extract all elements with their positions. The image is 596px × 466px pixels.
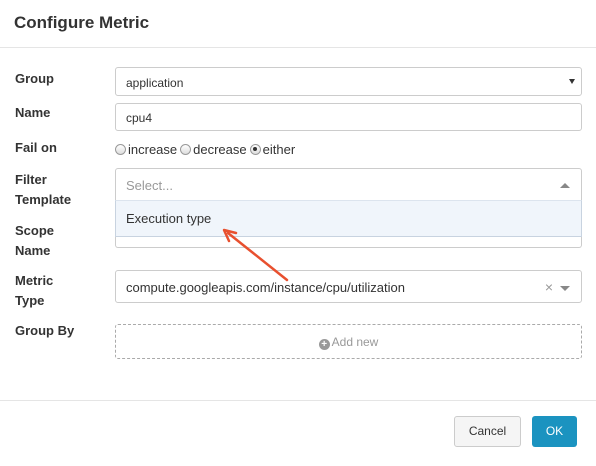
name-input-value: cpu4 <box>126 111 153 125</box>
group-select[interactable]: application <box>115 67 582 96</box>
add-new-button[interactable]: + Add new <box>115 324 582 359</box>
radio-increase[interactable] <box>115 143 126 155</box>
metric-type-select[interactable]: compute.googleapis.com/instance/cpu/util… <box>115 270 582 303</box>
radio-decrease[interactable] <box>180 143 192 155</box>
filter-template-label-line1: Filter <box>15 172 47 187</box>
radio-either[interactable] <box>249 143 261 155</box>
modal-title: Configure Metric <box>14 13 150 32</box>
filter-template-label-line2: Template <box>15 192 72 207</box>
group-select-value: application <box>126 76 184 90</box>
name-label: Name <box>15 105 51 120</box>
scope-name-label-line1: Scope <box>15 223 55 238</box>
fail-on-radio-group: increase decrease either <box>115 140 298 158</box>
chevron-up-icon[interactable] <box>560 183 570 188</box>
cancel-button[interactable]: Cancel <box>454 416 521 447</box>
radio-decrease-label[interactable]: decrease <box>193 142 246 157</box>
filter-template-placeholder: Select... <box>126 178 173 193</box>
group-label: Group <box>15 71 54 86</box>
modal-header: Configure Metric <box>0 0 596 48</box>
group-by-label: Group By <box>15 323 75 338</box>
metric-type-label-line2: Type <box>15 293 45 308</box>
plus-circle-icon: + <box>318 339 330 350</box>
ok-button[interactable]: OK <box>532 416 577 447</box>
dropdown-option-execution-type[interactable]: Execution type <box>126 211 211 226</box>
add-new-label: Add new <box>331 335 379 349</box>
name-input[interactable]: cpu4 <box>115 103 582 131</box>
add-new-content: + Add new <box>116 335 581 350</box>
radio-either-label[interactable]: either <box>263 142 296 157</box>
filter-template-select[interactable]: Select... <box>115 168 582 201</box>
scope-name-label-line2: Name <box>15 243 51 258</box>
filter-template-dropdown-menu: Execution type <box>115 200 582 237</box>
chevron-down-icon <box>569 79 575 84</box>
clear-icon[interactable]: × <box>545 279 553 295</box>
metric-type-value: compute.googleapis.com/instance/cpu/util… <box>126 280 405 295</box>
radio-increase-label[interactable]: increase <box>128 142 177 157</box>
metric-type-label-line1: Metric <box>15 273 54 288</box>
chevron-down-icon[interactable] <box>560 286 570 291</box>
fail-on-label: Fail on <box>15 140 57 155</box>
